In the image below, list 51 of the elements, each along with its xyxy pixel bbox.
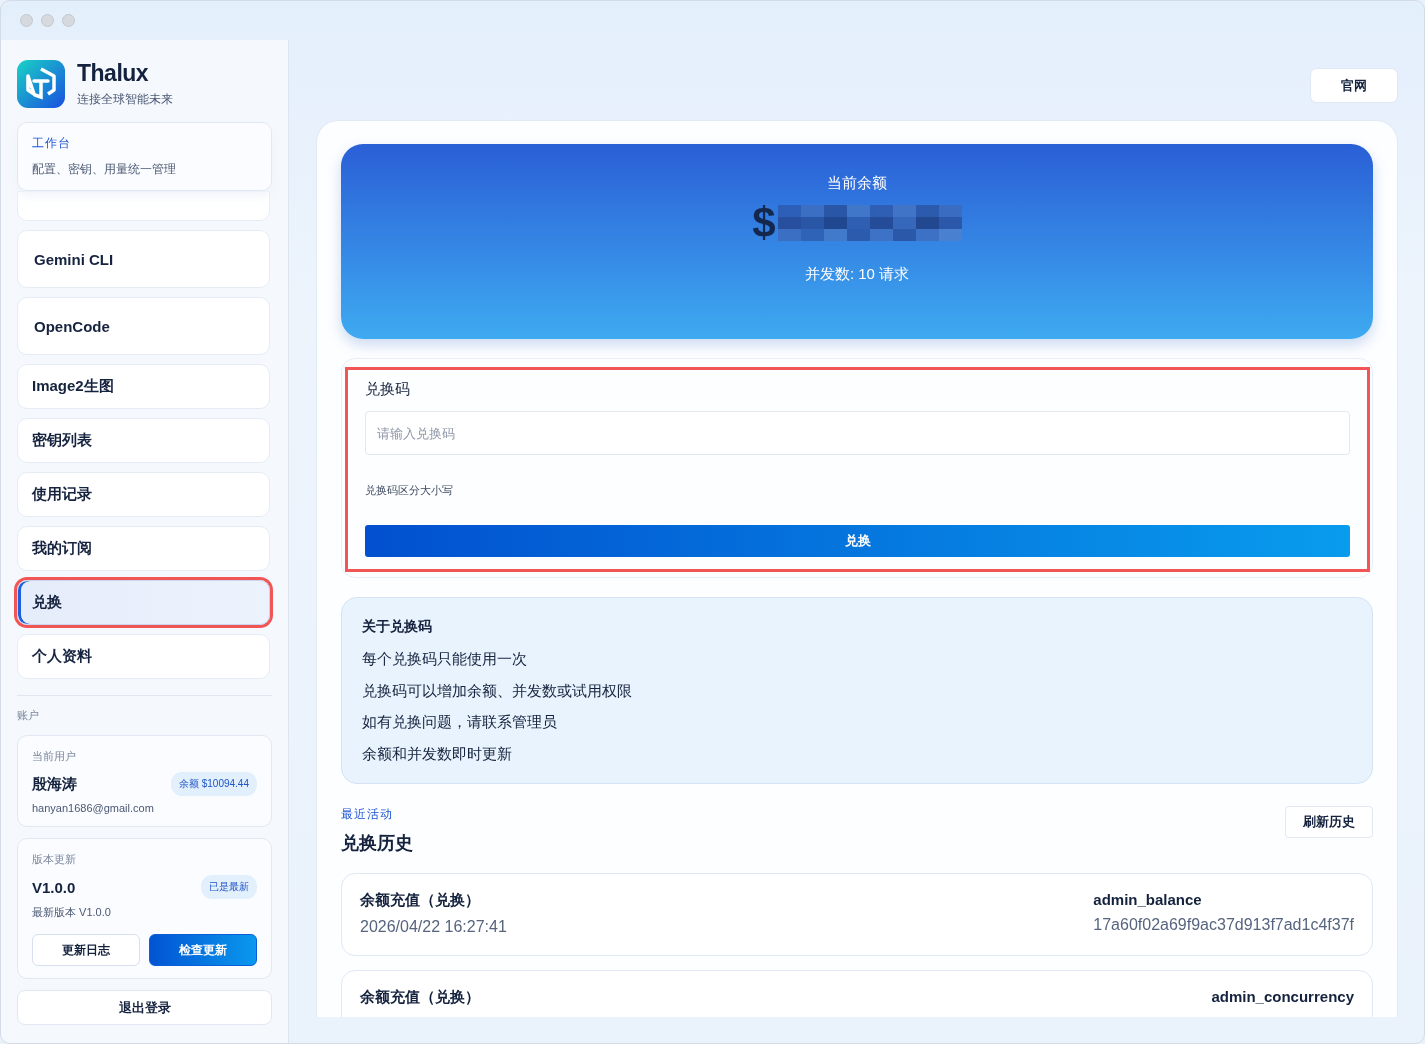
nav-item[interactable]: Gemini CLI xyxy=(17,230,270,288)
info-title: 关于兑换码 xyxy=(362,618,433,636)
brand-tagline: 连接全球智能未来 xyxy=(77,91,173,108)
workspace-title: 工作台 xyxy=(32,135,72,152)
nav-item-card[interactable] xyxy=(17,191,270,221)
history-source: admin_balance xyxy=(1093,891,1203,908)
app-logo-icon xyxy=(17,60,65,108)
field-label: 兑换码 xyxy=(365,380,411,399)
history-source: admin_concurrency xyxy=(1211,988,1354,1005)
info-line: 如有兑换问题，请联系管理员 xyxy=(362,712,558,732)
user-email: hanyan1686@gmail.com xyxy=(32,802,155,814)
card-caption: 版本更新 xyxy=(32,852,77,867)
history-type: 余额充值（兑换） xyxy=(360,988,480,1007)
section-title: 兑换历史 xyxy=(341,832,413,855)
concurrency-text: 并发数: 10 请求 xyxy=(804,265,910,284)
history-type: 余额充值（兑换） xyxy=(360,891,481,910)
logout-button[interactable]: 退出登录 xyxy=(17,990,272,1025)
window-control[interactable] xyxy=(41,14,54,27)
status-badge: 已是最新 xyxy=(201,875,257,899)
nav-item[interactable]: 个人资料 xyxy=(17,634,270,679)
nav-item[interactable]: 使用记录 xyxy=(17,472,270,517)
info-line: 每个兑换码只能使用一次 xyxy=(362,649,528,669)
refresh-button[interactable]: 刷新历史 xyxy=(1285,806,1373,838)
nav-item[interactable]: Image2生图 xyxy=(17,364,270,409)
history-code: 17a60f02a69f9ac37d913f7ad1c4f37f xyxy=(1093,916,1354,934)
info-line: 兑换码可以增加余额、并发数或试用权限 xyxy=(362,680,633,701)
nav-item[interactable]: 我的订阅 xyxy=(17,526,270,571)
workspace-subtitle: 配置、密钥、用量统一管理 xyxy=(32,161,177,178)
redeem-button[interactable]: 兑换 xyxy=(365,525,1350,557)
version-number: V1.0.0 xyxy=(32,878,76,896)
redeem-code-input[interactable]: 请输入兑换码 xyxy=(365,411,1350,455)
check-update-button[interactable]: 检查更新 xyxy=(149,934,257,966)
section-label: 账户 xyxy=(17,708,40,723)
window-control[interactable] xyxy=(20,14,33,27)
changelog-button[interactable]: 更新日志 xyxy=(32,934,140,966)
section-eyebrow: 最近活动 xyxy=(341,806,394,823)
user-name: 殷海涛 xyxy=(32,774,77,794)
balance-title: 当前余额 xyxy=(827,174,887,193)
card-caption: 当前用户 xyxy=(32,749,77,764)
balance-badge: 余额 $10094.44 xyxy=(170,772,257,796)
nav-item[interactable]: 密钥列表 xyxy=(17,418,270,463)
hint-text: 兑换码区分大小写 xyxy=(365,483,454,498)
website-button[interactable]: 官网 xyxy=(1310,68,1398,103)
currency-symbol: $ xyxy=(752,199,776,247)
nav-item[interactable]: 兑换 xyxy=(17,580,270,625)
info-line: 余额和并发数即时更新 xyxy=(362,743,513,764)
nav-item[interactable]: OpenCode xyxy=(17,297,270,355)
latest-version: 最新版本 V1.0.0 xyxy=(32,905,112,920)
window-control[interactable] xyxy=(62,14,75,27)
history-time: 2026/04/22 16:27:41 xyxy=(360,918,507,936)
brand-name: Thalux xyxy=(77,60,150,87)
